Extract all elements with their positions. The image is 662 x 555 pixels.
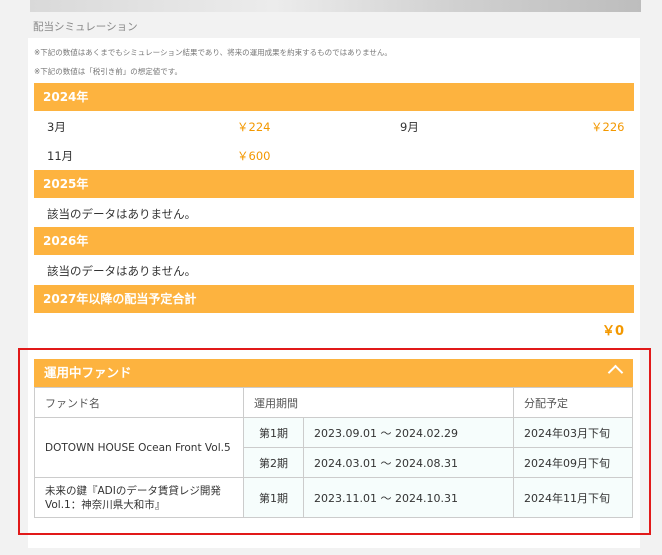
period-label: 第1期	[243, 417, 304, 448]
top-banner-strip	[30, 0, 641, 12]
period-range: 2024.03.01 ～ 2024.08.31	[303, 447, 514, 478]
funds-header[interactable]: 運用中ファンド	[34, 359, 633, 387]
period-label: 第1期	[243, 477, 304, 518]
tax-note: ※下記の数値は「税引き前」の想定値です。	[34, 67, 183, 76]
column-header: 運用期間	[243, 387, 514, 418]
funds-table: ファンド名 運用期間 分配予定 DOTOWN HOUSE Ocean Front…	[34, 387, 633, 518]
schedule-value: 2024年03月下旬	[513, 417, 633, 448]
year-bar-2026: 2026年	[34, 227, 634, 255]
total-amount: ￥0	[601, 324, 624, 339]
disclaimer-note: ※下記の数値はあくまでもシミュレーション結果であり、将来の運用成果を約束するもの…	[34, 48, 392, 57]
period-range: 2023.11.01 ～ 2024.10.31	[303, 477, 514, 518]
table-row: DOTOWN HOUSE Ocean Front Vol.5 第1期 2023.…	[34, 417, 633, 478]
period-range: 2023.09.01 ～ 2024.02.29	[303, 417, 514, 448]
amount-value: ￥600	[237, 149, 271, 163]
month-label: 11月	[47, 149, 74, 163]
schedule-value: 2024年09月下旬	[513, 447, 633, 478]
funds-title: 運用中ファンド	[44, 365, 132, 380]
amount-value: ￥224	[237, 120, 271, 134]
fund-name-link[interactable]: DOTOWN HOUSE Ocean Front Vol.5	[34, 417, 244, 478]
chevron-up-icon[interactable]	[607, 364, 624, 381]
amount-value: ￥226	[591, 120, 625, 134]
schedule-value: 2024年11月下旬	[513, 477, 633, 518]
month-label: 3月	[47, 120, 66, 134]
no-data-text: 該当のデータはありません。	[47, 207, 197, 221]
column-header: ファンド名	[34, 387, 244, 418]
year-bar-2025: 2025年	[34, 170, 634, 198]
month-label: 9月	[400, 120, 419, 134]
table-row: 未来の鍵『ADIのデータ賃貸レジ開発 Vol.1：神奈川県大和市』 第1期 20…	[34, 477, 633, 518]
year-bar-2027-plus: 2027年以降の配当予定合計	[34, 285, 634, 313]
year-bar-2024: 2024年	[34, 83, 634, 111]
fund-name-link[interactable]: 未来の鍵『ADIのデータ賃貸レジ開発 Vol.1：神奈川県大和市』	[34, 477, 244, 518]
section-title: 配当シミュレーション	[33, 21, 138, 33]
period-label: 第2期	[243, 447, 304, 478]
column-header: 分配予定	[513, 387, 633, 418]
no-data-text: 該当のデータはありません。	[47, 264, 197, 278]
